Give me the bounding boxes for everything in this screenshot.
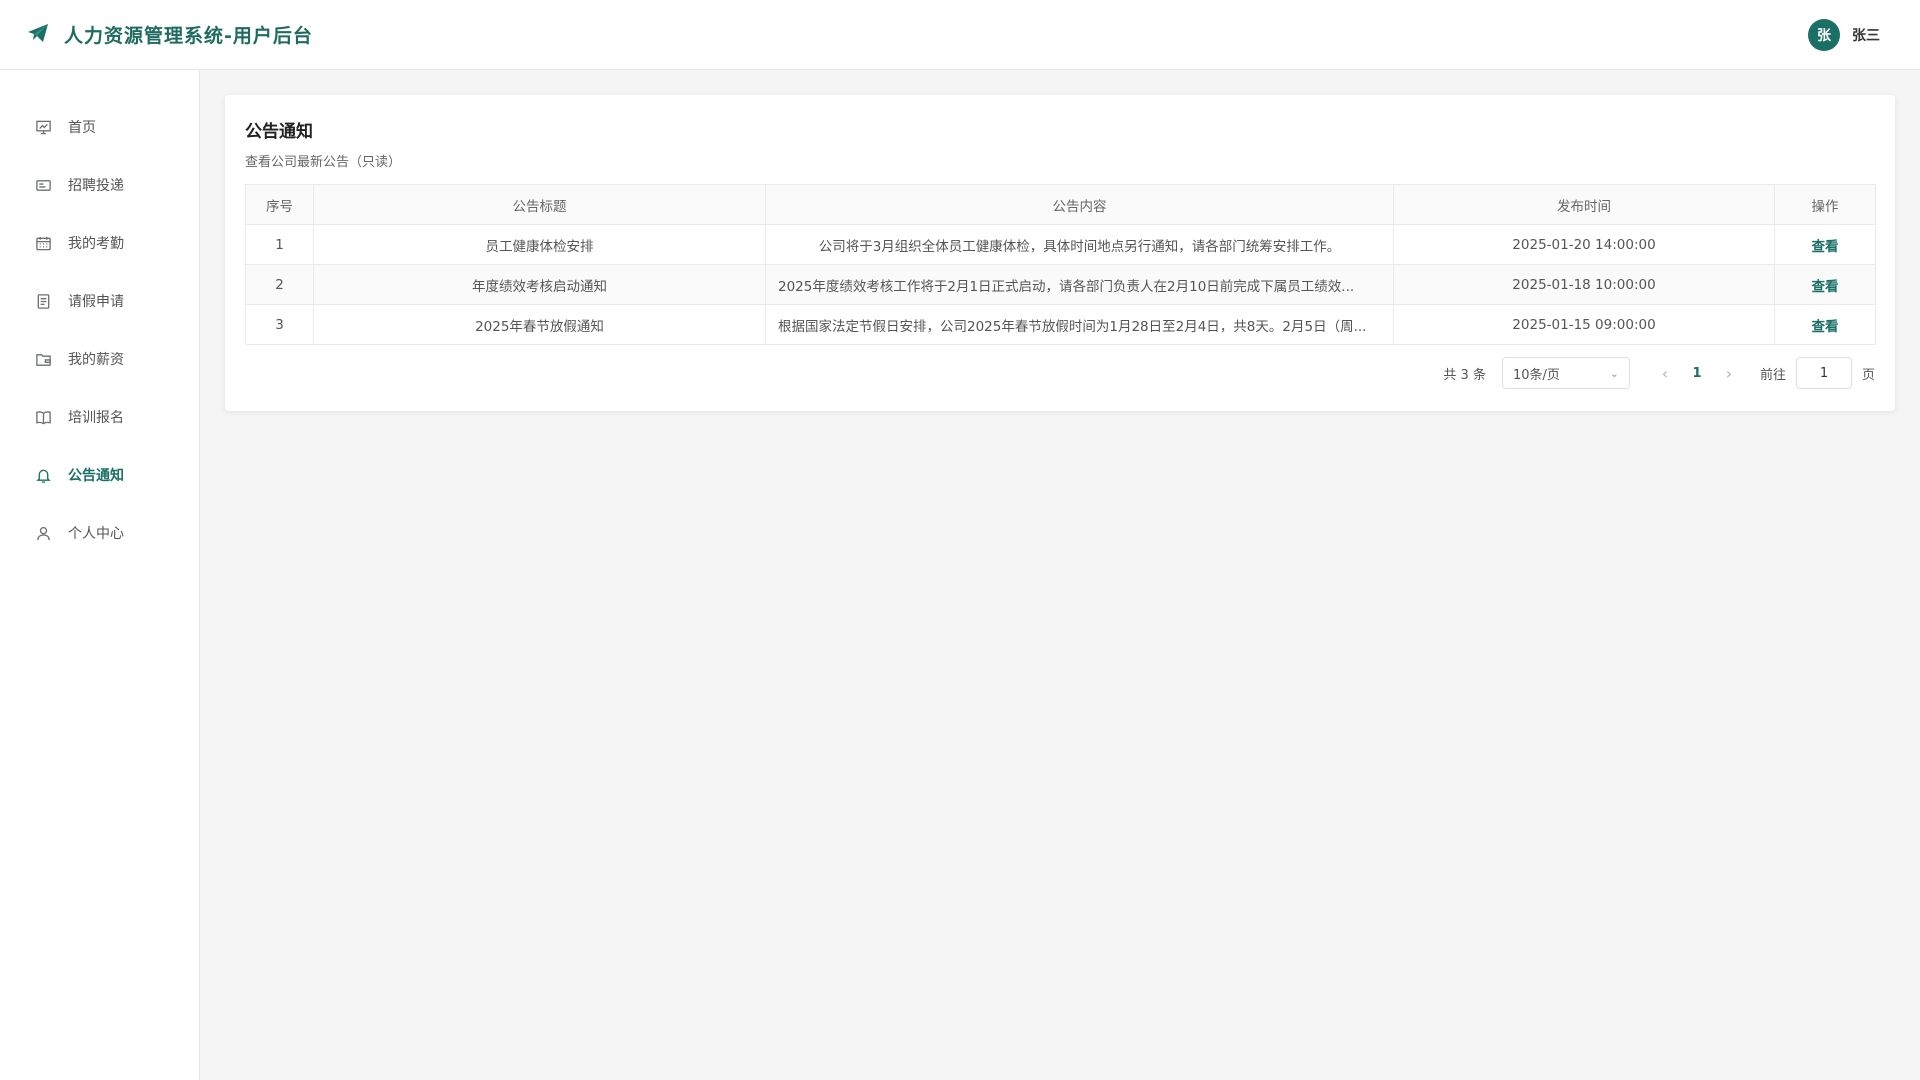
pagination: 共 3 条 10条/页 ⌄ ‹ 1 › 前往 页 [1443,357,1875,389]
column-header-action: 操作 [1774,184,1876,225]
cell-title: 2025年春节放假通知 [313,304,766,345]
cell-content: 公司将于3月组织全体员工健康体检，具体时间地点另行通知，请各部门统筹安排工作。 [765,224,1394,265]
paper-plane-icon [26,21,50,49]
sidebar-item-home[interactable]: 首页 [0,98,199,156]
announcement-table: 序号 公告标题 公告内容 发布时间 操作 1 员工健康体检安排 公司将于3月组织… [245,184,1876,345]
user-icon [34,524,52,542]
presentation-icon [34,118,52,136]
app-root: 人力资源管理系统-用户后台 张 张三 首页 招聘投递 我的考勤 请假申请 我的薪… [0,0,1920,1080]
sidebar-item-leave[interactable]: 请假申请 [0,272,199,330]
sidebar-item-label: 我的薪资 [68,352,124,368]
sidebar-item-announcements[interactable]: 公告通知 [0,446,199,504]
id-card-icon [34,176,52,194]
cell-content: 2025年度绩效考核工作将于2月1日正式启动，请各部门负责人在2月10日前完成下… [765,264,1394,305]
view-button[interactable]: 查看 [1812,279,1839,295]
next-page-button[interactable]: › [1714,364,1744,383]
page-size-select[interactable]: 10条/页 ⌄ [1501,357,1630,389]
cell-index: 2 [245,264,314,305]
user-menu[interactable]: 张 张三 [1808,18,1894,51]
cell-action: 查看 [1774,304,1876,345]
cell-content: 根据国家法定节假日安排，公司2025年春节放假时间为1月28日至2月4日，共8天… [765,304,1394,345]
avatar[interactable]: 张 [1808,18,1840,51]
cell-time: 2025-01-20 14:00:00 [1393,224,1775,265]
document-icon [34,292,52,310]
wallet-icon [34,350,52,368]
column-header-time: 发布时间 [1393,184,1775,225]
page-size-value: 10条/页 [1512,367,1560,383]
sidebar-item-label: 培训报名 [68,410,124,426]
sidebar-item-label: 招聘投递 [68,178,124,194]
sidebar-item-label: 我的考勤 [68,236,124,252]
bell-icon [34,466,52,484]
goto-page-input[interactable] [1795,357,1852,389]
chevron-down-icon: ⌄ [1609,366,1619,380]
view-button[interactable]: 查看 [1812,319,1839,335]
cell-action: 查看 [1774,224,1876,265]
table-row: 2 年度绩效考核启动通知 2025年度绩效考核工作将于2月1日正式启动，请各部门… [245,264,1876,305]
page-number-current[interactable]: 1 [1680,366,1714,381]
column-header-index: 序号 [245,184,314,225]
total-count: 共 3 条 [1443,367,1486,383]
sidebar-item-recruitment[interactable]: 招聘投递 [0,156,199,214]
user-name[interactable]: 张三 [1852,25,1880,45]
page-unit-label: 页 [1861,367,1875,383]
page-subtitle: 查看公司最新公告（只读） [245,155,402,170]
sidebar-item-salary[interactable]: 我的薪资 [0,330,199,388]
cell-index: 3 [245,304,314,345]
cell-time: 2025-01-18 10:00:00 [1393,264,1775,305]
brand: 人力资源管理系统-用户后台 [26,21,313,49]
sidebar-item-training[interactable]: 培训报名 [0,388,199,446]
cell-title: 员工健康体检安排 [313,224,766,265]
sidebar-item-label: 请假申请 [68,294,124,310]
goto-label: 前往 [1759,367,1786,383]
page-title: 公告通知 [245,122,313,142]
cell-time: 2025-01-15 09:00:00 [1393,304,1775,345]
column-header-title: 公告标题 [313,184,766,225]
sidebar-item-profile[interactable]: 个人中心 [0,504,199,562]
top-header: 人力资源管理系统-用户后台 张 张三 [0,0,1920,70]
sidebar-item-label: 公告通知 [68,468,124,484]
table-row: 3 2025年春节放假通知 根据国家法定节假日安排，公司2025年春节放假时间为… [245,304,1876,345]
view-button[interactable]: 查看 [1812,239,1839,255]
sidebar-item-label: 首页 [68,120,96,136]
book-icon [34,408,52,426]
cell-index: 1 [245,224,314,265]
cell-action: 查看 [1774,264,1876,305]
sidebar-item-label: 个人中心 [68,526,124,542]
main-content: 公告通知 查看公司最新公告（只读） 序号 公告标题 公告内容 发布时间 操作 1… [200,70,1920,1080]
sidebar-item-attendance[interactable]: 我的考勤 [0,214,199,272]
app-title: 人力资源管理系统-用户后台 [64,25,313,47]
announcement-card: 公告通知 查看公司最新公告（只读） 序号 公告标题 公告内容 发布时间 操作 1… [225,95,1895,411]
sidebar: 首页 招聘投递 我的考勤 请假申请 我的薪资 培训报名 公告通知 个人中心 [0,70,200,1080]
table-header-row: 序号 公告标题 公告内容 发布时间 操作 [245,184,1876,225]
calendar-icon [34,234,52,252]
column-header-content: 公告内容 [765,184,1394,225]
table-row: 1 员工健康体检安排 公司将于3月组织全体员工健康体检，具体时间地点另行通知，请… [245,224,1876,265]
prev-page-button[interactable]: ‹ [1650,364,1680,383]
cell-title: 年度绩效考核启动通知 [313,264,766,305]
